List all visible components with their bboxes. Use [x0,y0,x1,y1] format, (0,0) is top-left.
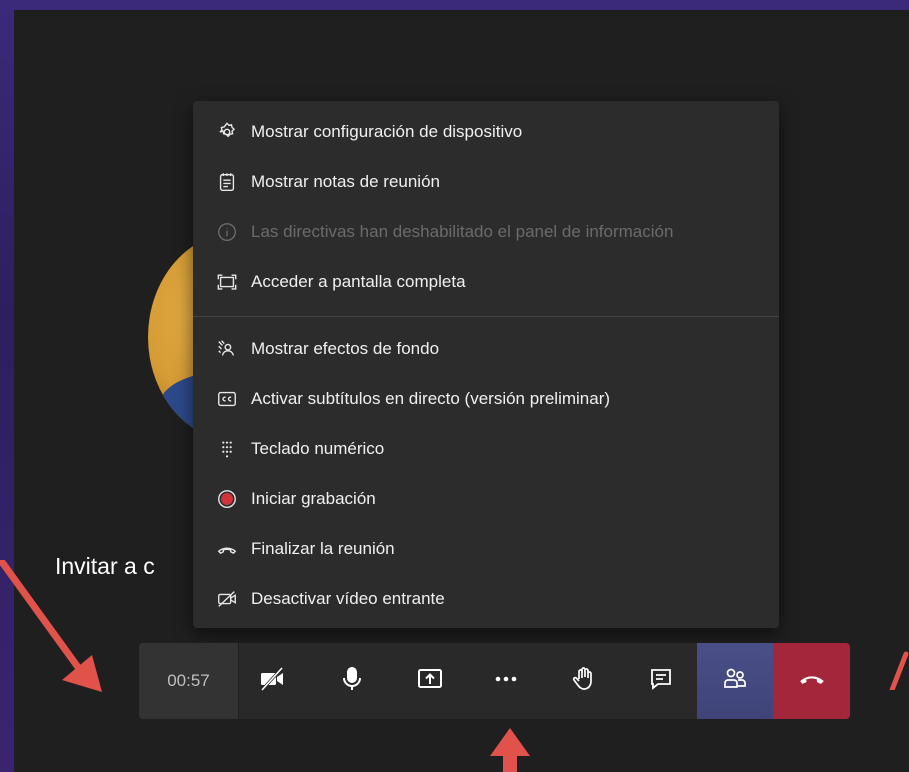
participants-icon [721,665,749,698]
end-meeting-icon [215,537,239,561]
menu-item-meeting-notes[interactable]: Mostrar notas de reunión [193,163,779,201]
microphone-icon [338,665,366,698]
chat-icon [647,665,675,698]
invite-text: Invitar a c [55,553,155,579]
menu-item-label: Iniciar grabación [251,489,376,508]
microphone-button[interactable] [326,643,378,719]
menu-item-device-settings[interactable]: Mostrar configuración de dispositivo [193,113,779,151]
share-screen-button[interactable] [404,643,456,719]
menu-item-disable-incoming-video[interactable]: Desactivar vídeo entrante [193,580,779,618]
gear-icon [215,120,239,144]
more-options-button[interactable] [480,643,532,719]
captions-icon [215,387,239,411]
dialpad-icon [215,437,239,461]
menu-item-label: Mostrar notas de reunión [251,172,440,191]
menu-item-fullscreen[interactable]: Acceder a pantalla completa [193,263,779,301]
menu-item-label: Teclado numérico [251,439,385,458]
fullscreen-icon [215,270,239,294]
call-timer: 00:57 [139,643,239,719]
menu-item-label: Activar subtítulos en directo (versión p… [251,389,611,408]
share-screen-icon [416,665,444,698]
info-icon [215,220,239,244]
raise-hand-button[interactable] [558,643,610,719]
participants-button[interactable] [697,643,773,719]
menu-item-label: Finalizar la reunión [251,539,395,558]
menu-item-end-meeting[interactable]: Finalizar la reunión [193,530,779,568]
menu-item-start-recording[interactable]: Iniciar grabación [193,480,779,518]
hang-up-button[interactable] [773,643,850,719]
call-toolbar: 00:57 [139,643,850,719]
menu-item-label: Mostrar configuración de dispositivo [251,122,523,141]
hang-up-icon [797,664,827,699]
background-effects-icon [215,337,239,361]
camera-toggle-button[interactable] [246,643,298,719]
menu-item-live-captions[interactable]: Activar subtítulos en directo (versión p… [193,380,779,418]
raise-hand-icon [570,665,598,698]
record-icon [215,487,239,511]
video-off-icon [215,587,239,611]
menu-item-info-panel-disabled: Las directivas han deshabilitado el pane… [193,213,779,251]
menu-divider [193,316,779,317]
chat-button[interactable] [635,643,687,719]
menu-item-label: Las directivas han deshabilitado el pane… [251,222,674,241]
menu-item-dialpad[interactable]: Teclado numérico [193,430,779,468]
camera-off-icon [258,665,286,698]
more-options-icon [492,665,520,698]
menu-item-label: Acceder a pantalla completa [251,272,466,291]
notes-icon [215,170,239,194]
menu-item-label: Mostrar efectos de fondo [251,339,440,358]
more-options-menu: Mostrar configuración de dispositivo Mos… [193,101,779,628]
menu-item-label: Desactivar vídeo entrante [251,589,445,608]
menu-item-background-effects[interactable]: Mostrar efectos de fondo [193,330,779,368]
